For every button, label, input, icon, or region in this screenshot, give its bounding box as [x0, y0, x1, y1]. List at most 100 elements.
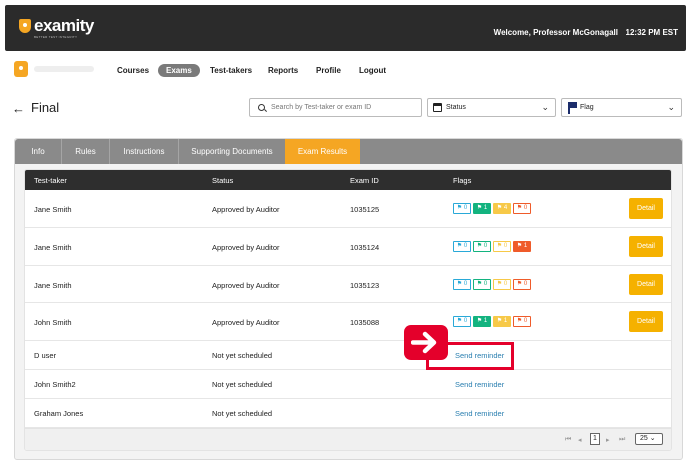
tab-info[interactable]: Info	[15, 139, 62, 164]
annotation-arrow-icon	[404, 325, 448, 360]
logo-text: examity	[34, 16, 94, 35]
nav-shield-icon[interactable]	[14, 61, 28, 77]
flag-icon: ⚑	[496, 243, 503, 249]
flag-count: 0	[483, 281, 488, 287]
current-page[interactable]: 1	[590, 433, 600, 445]
logo-tagline: BETTER TEST INTEGRITY	[34, 35, 78, 39]
flag-badge[interactable]: ⚑ 0	[473, 279, 491, 290]
top-header: examity BETTER TEST INTEGRITY Welcome, P…	[5, 5, 686, 51]
flag-badges: ⚑ 0 ⚑ 0 ⚑ 0 ⚑ 1	[453, 241, 531, 252]
flag-count: 4	[503, 205, 508, 211]
exam-status: Approved by Auditor	[212, 205, 280, 214]
flag-badge[interactable]: ⚑ 0	[453, 316, 471, 327]
nav-reports[interactable]: Reports	[268, 64, 298, 77]
exam-id: 1035123	[350, 281, 380, 290]
exam-id: 1035125	[350, 205, 380, 214]
per-page-select[interactable]: 25 ⌄	[635, 433, 663, 445]
first-page-icon[interactable]: ⏮	[565, 436, 571, 444]
flag-count: 0	[463, 318, 468, 324]
flag-badge[interactable]: ⚑ 1	[513, 241, 531, 252]
flag-badge[interactable]: ⚑ 1	[473, 203, 491, 214]
send-reminder-link[interactable]: Send reminder	[455, 380, 504, 389]
flag-badge[interactable]: ⚑ 1	[473, 316, 491, 327]
flag-icon: ⚑	[516, 205, 523, 211]
flag-badges: ⚑ 0 ⚑ 0 ⚑ 0 ⚑ 0	[453, 279, 531, 290]
flag-count: 0	[463, 281, 468, 287]
column-header[interactable]: Test-taker	[34, 176, 67, 185]
flag-icon: ⚑	[516, 318, 523, 324]
detail-button[interactable]: Detail	[629, 198, 663, 219]
flag-count: 0	[523, 281, 528, 287]
search-placeholder: Search by Test-taker or exam ID	[271, 104, 372, 111]
exam-id: 1035124	[350, 243, 380, 252]
column-header[interactable]: Exam ID	[350, 176, 379, 185]
flag-badge[interactable]: ⚑ 0	[513, 279, 531, 290]
flag-icon: ⚑	[476, 318, 483, 324]
flag-badge[interactable]: ⚑ 0	[473, 241, 491, 252]
flag-count: 0	[503, 243, 508, 249]
detail-button[interactable]: Detail	[629, 311, 663, 332]
flag-count: 0	[523, 205, 528, 211]
table-row: John Smith Approved by Auditor 1035088 ⚑…	[25, 303, 671, 341]
flag-icon: ⚑	[476, 281, 483, 287]
table-row: John Smith2 Not yet scheduled Send remin…	[25, 370, 671, 399]
flag-count: 1	[523, 243, 528, 249]
detail-button[interactable]: Detail	[629, 236, 663, 257]
flag-count: 0	[523, 318, 528, 324]
welcome-message: Welcome, Professor McGonagall	[493, 28, 618, 37]
tab-rules[interactable]: Rules	[62, 139, 110, 164]
examity-logo[interactable]: examity BETTER TEST INTEGRITY	[19, 16, 94, 39]
status-select[interactable]: Status ⌄	[427, 98, 556, 117]
flag-badge[interactable]: ⚑ 0	[453, 279, 471, 290]
test-taker-name: John Smith	[34, 318, 72, 327]
last-page-icon[interactable]: ⏭	[619, 436, 625, 444]
flag-icon: ⚑	[456, 205, 463, 211]
table-row: Jane Smith Approved by Auditor 1035123 ⚑…	[25, 266, 671, 303]
column-header[interactable]: Flags	[453, 176, 471, 185]
flag-icon: ⚑	[516, 281, 523, 287]
search-input[interactable]: Search by Test-taker or exam ID	[249, 98, 422, 117]
send-reminder-link[interactable]: Send reminder	[455, 409, 504, 418]
nav-profile[interactable]: Profile	[316, 64, 341, 77]
calendar-icon	[433, 103, 442, 112]
flag-count: 0	[463, 243, 468, 249]
nav-courses[interactable]: Courses	[117, 64, 149, 77]
tab-exam-results[interactable]: Exam Results	[285, 139, 360, 164]
prev-page-icon[interactable]: ◂	[578, 436, 582, 444]
flag-count: 0	[483, 243, 488, 249]
test-taker-name: Jane Smith	[34, 243, 72, 252]
nav-exams[interactable]: Exams	[158, 64, 200, 77]
flag-badge[interactable]: ⚑ 0	[513, 203, 531, 214]
flag-badge[interactable]: ⚑ 0	[453, 241, 471, 252]
flag-icon: ⚑	[456, 281, 463, 287]
test-taker-name: Jane Smith	[34, 205, 72, 214]
flag-icon: ⚑	[456, 318, 463, 324]
detail-button[interactable]: Detail	[629, 274, 663, 295]
flag-badge[interactable]: ⚑ 0	[453, 203, 471, 214]
flag-badge[interactable]: ⚑ 0	[493, 241, 511, 252]
exam-status: Approved by Auditor	[212, 243, 280, 252]
next-page-icon[interactable]: ▸	[606, 436, 610, 444]
results-table: Test-taker Status Exam ID Flags Jane Smi…	[24, 169, 672, 451]
flag-select[interactable]: Flag ⌄	[561, 98, 682, 117]
flag-badges: ⚑ 0 ⚑ 1 ⚑ 1 ⚑ 0	[453, 316, 531, 327]
flag-count: 1	[483, 205, 488, 211]
flag-icon: ⚑	[476, 243, 483, 249]
exam-status: Not yet scheduled	[212, 380, 273, 389]
back-arrow-icon[interactable]: ←	[12, 101, 25, 116]
nav-test-takers[interactable]: Test-takers	[210, 64, 252, 77]
flag-icon: ⚑	[496, 281, 503, 287]
tab-supporting-documents[interactable]: Supporting Documents	[179, 139, 285, 164]
column-header[interactable]: Status	[212, 176, 233, 185]
flag-badge[interactable]: ⚑ 4	[493, 203, 511, 214]
table-row: Jane Smith Approved by Auditor 1035125 ⚑…	[25, 190, 671, 228]
test-taker-name: Jane Smith	[34, 281, 72, 290]
tab-instructions[interactable]: Instructions	[110, 139, 179, 164]
exam-id: 1035088	[350, 318, 380, 327]
search-icon	[258, 104, 265, 111]
nav-logout[interactable]: Logout	[359, 64, 386, 77]
exam-status: Not yet scheduled	[212, 409, 273, 418]
flag-badge[interactable]: ⚑ 1	[493, 316, 511, 327]
flag-badge[interactable]: ⚑ 0	[493, 279, 511, 290]
flag-badge[interactable]: ⚑ 0	[513, 316, 531, 327]
